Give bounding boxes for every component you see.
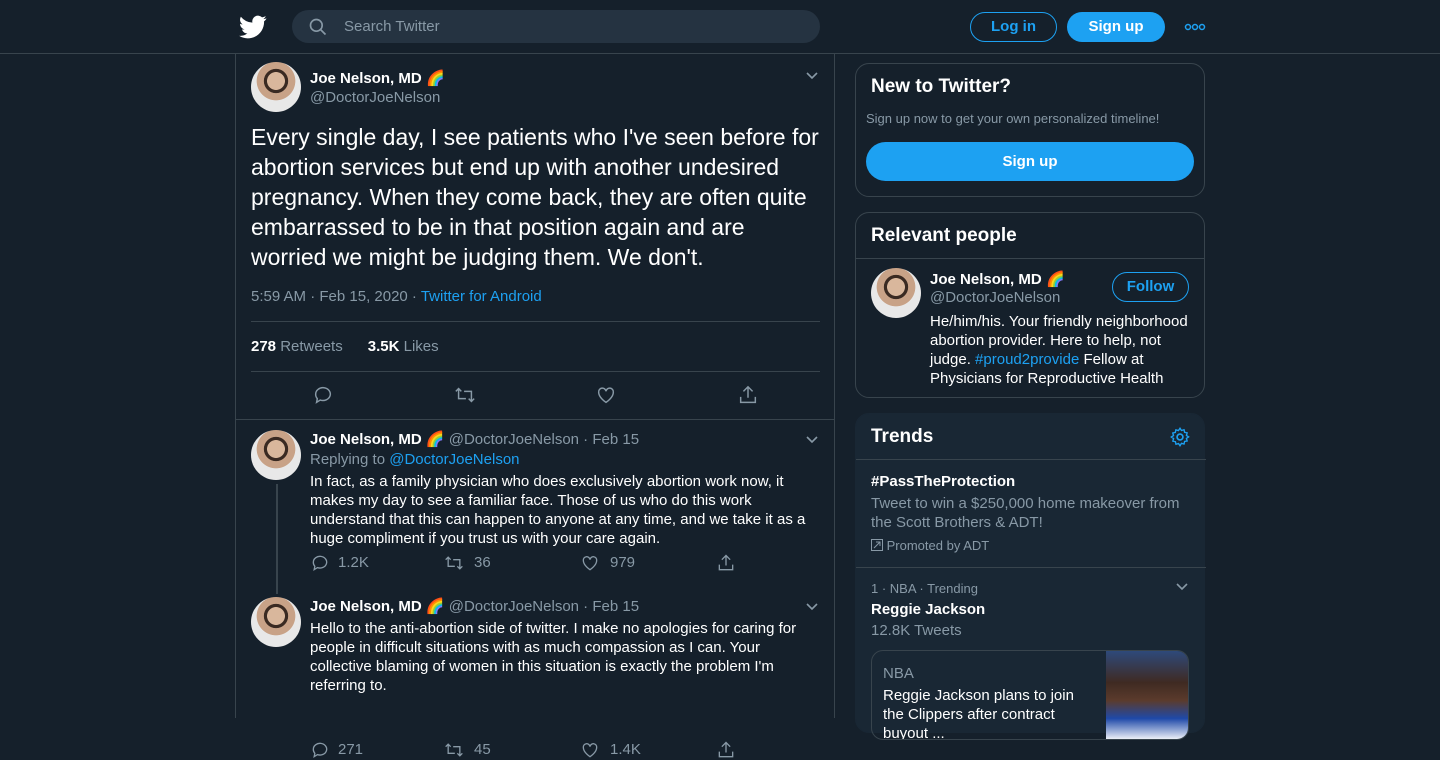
new-to-twitter-panel: New to Twitter? Sign up now to get your … [855, 63, 1205, 197]
card-headline: Reggie Jackson plans to join the Clipper… [883, 687, 1074, 740]
chevron-down-icon[interactable] [804, 432, 820, 448]
like-icon[interactable] [595, 384, 617, 406]
reply-count: 271 [338, 741, 364, 758]
author-handle[interactable]: @DoctorJoeNelson [310, 89, 440, 106]
person-bio: He/him/his. Your friendly neighborhood a… [930, 313, 1188, 387]
retweet-icon[interactable] [454, 384, 476, 406]
gear-icon[interactable] [1169, 426, 1191, 448]
relevant-people-panel: Relevant people Joe Nelson, MD 🌈 @Doctor… [855, 212, 1205, 398]
signup-button[interactable]: Sign up [866, 142, 1194, 181]
reply-icon[interactable] [310, 740, 330, 760]
reply-tweet[interactable]: Joe Nelson, MD 🌈 @DoctorJoeNelson · Feb … [236, 430, 836, 600]
reply-text: In fact, as a family physician who does … [310, 473, 806, 547]
panel-title: New to Twitter? [871, 76, 1012, 97]
reply-actions: 1.2K 36 979 [310, 553, 750, 573]
share-icon[interactable] [716, 553, 736, 573]
tweet-actions [236, 384, 836, 408]
trends-panel: Trends #PassTheProtection Tweet to win a… [855, 413, 1206, 740]
tweet-text: Every single day, I see patients who I'v… [251, 124, 819, 270]
tweet-timestamp[interactable]: 5:59 AM · Feb 15, 2020 · [251, 288, 421, 305]
search-box[interactable] [292, 10, 820, 43]
panel-title: Trends [871, 426, 934, 447]
retweet-icon[interactable] [444, 740, 464, 760]
top-bar: Log in Sign up [0, 0, 1440, 54]
promoted-label: Promoted by ADT [871, 538, 989, 553]
person-name[interactable]: Joe Nelson, MD 🌈 [930, 270, 1065, 289]
search-icon [309, 18, 327, 36]
reply-header: Joe Nelson, MD 🌈 @DoctorJoeNelson · Feb … [310, 598, 640, 615]
divider [251, 321, 820, 322]
avatar[interactable] [871, 268, 921, 318]
reply-actions: 271 45 1.4K [310, 740, 750, 760]
tweet-source-link[interactable]: Twitter for Android [421, 288, 542, 305]
share-icon[interactable] [716, 740, 736, 760]
tweet-stats: 278 Retweets 3.5K Likes [251, 338, 439, 355]
reply-text: Hello to the anti-abortion side of twitt… [310, 620, 797, 694]
more-options-icon[interactable] [1184, 18, 1206, 36]
person-handle[interactable]: @DoctorJoeNelson [930, 289, 1060, 306]
avatar[interactable] [251, 430, 301, 480]
follow-button[interactable]: Follow [1112, 272, 1189, 302]
reply-icon[interactable] [312, 384, 334, 406]
signup-button[interactable]: Sign up [1067, 12, 1165, 42]
trend-description: Tweet to win a $250,000 home makeover fr… [871, 495, 1180, 531]
rainbow-emoji: 🌈 [426, 70, 445, 87]
author-name[interactable]: Joe Nelson, MD 🌈 [310, 69, 445, 88]
trend-name[interactable]: #PassTheProtection [871, 473, 1015, 490]
chevron-down-icon[interactable] [1174, 579, 1190, 595]
promoted-icon [871, 539, 883, 551]
twitter-logo-icon[interactable] [239, 13, 267, 41]
retweet-count: 36 [474, 554, 491, 571]
thread-line [276, 484, 278, 594]
reply-icon[interactable] [310, 553, 330, 573]
like-icon[interactable] [580, 740, 600, 760]
reply-count: 1.2K [338, 554, 369, 571]
hashtag-link[interactable]: #proud2provide [975, 351, 1079, 368]
divider [856, 567, 1206, 568]
retweet-icon[interactable] [444, 553, 464, 573]
likes-stat[interactable]: 3.5K Likes [368, 338, 439, 355]
trend-name[interactable]: Reggie Jackson [871, 601, 985, 618]
divider [236, 419, 834, 420]
retweets-stat[interactable]: 278 Retweets [251, 338, 343, 355]
trend-count: 12.8K Tweets [871, 622, 962, 639]
replying-to: Replying to @DoctorJoeNelson [310, 451, 520, 468]
card-source: NBA [883, 665, 914, 682]
like-icon[interactable] [580, 553, 600, 573]
chevron-down-icon[interactable] [804, 68, 820, 84]
retweet-count: 45 [474, 741, 491, 758]
avatar[interactable] [251, 597, 301, 647]
panel-subtitle: Sign up now to get your own personalized… [866, 111, 1160, 126]
divider [856, 459, 1206, 460]
card-image [1106, 651, 1188, 739]
search-input[interactable] [342, 10, 802, 43]
share-icon[interactable] [737, 384, 759, 406]
news-card[interactable]: NBA Reggie Jackson plans to join the Cli… [871, 650, 1189, 740]
trend-meta: 1 · NBA · Trending [871, 581, 978, 596]
reply-header: Joe Nelson, MD 🌈 @DoctorJoeNelson · Feb … [310, 431, 640, 448]
like-count: 1.4K [610, 741, 641, 758]
reply-tweet[interactable]: Joe Nelson, MD 🌈 @DoctorJoeNelson · Feb … [236, 597, 836, 759]
like-count: 979 [610, 554, 636, 571]
tweet-meta: 5:59 AM · Feb 15, 2020 · Twitter for And… [251, 288, 542, 305]
main-timeline: Joe Nelson, MD 🌈 @DoctorJoeNelson Every … [235, 54, 836, 759]
divider [251, 371, 820, 372]
avatar[interactable] [251, 62, 301, 112]
chevron-down-icon[interactable] [804, 599, 820, 615]
panel-title: Relevant people [871, 225, 1017, 246]
divider [856, 258, 1204, 259]
replying-to-link[interactable]: @DoctorJoeNelson [389, 451, 519, 468]
login-button[interactable]: Log in [970, 12, 1057, 42]
